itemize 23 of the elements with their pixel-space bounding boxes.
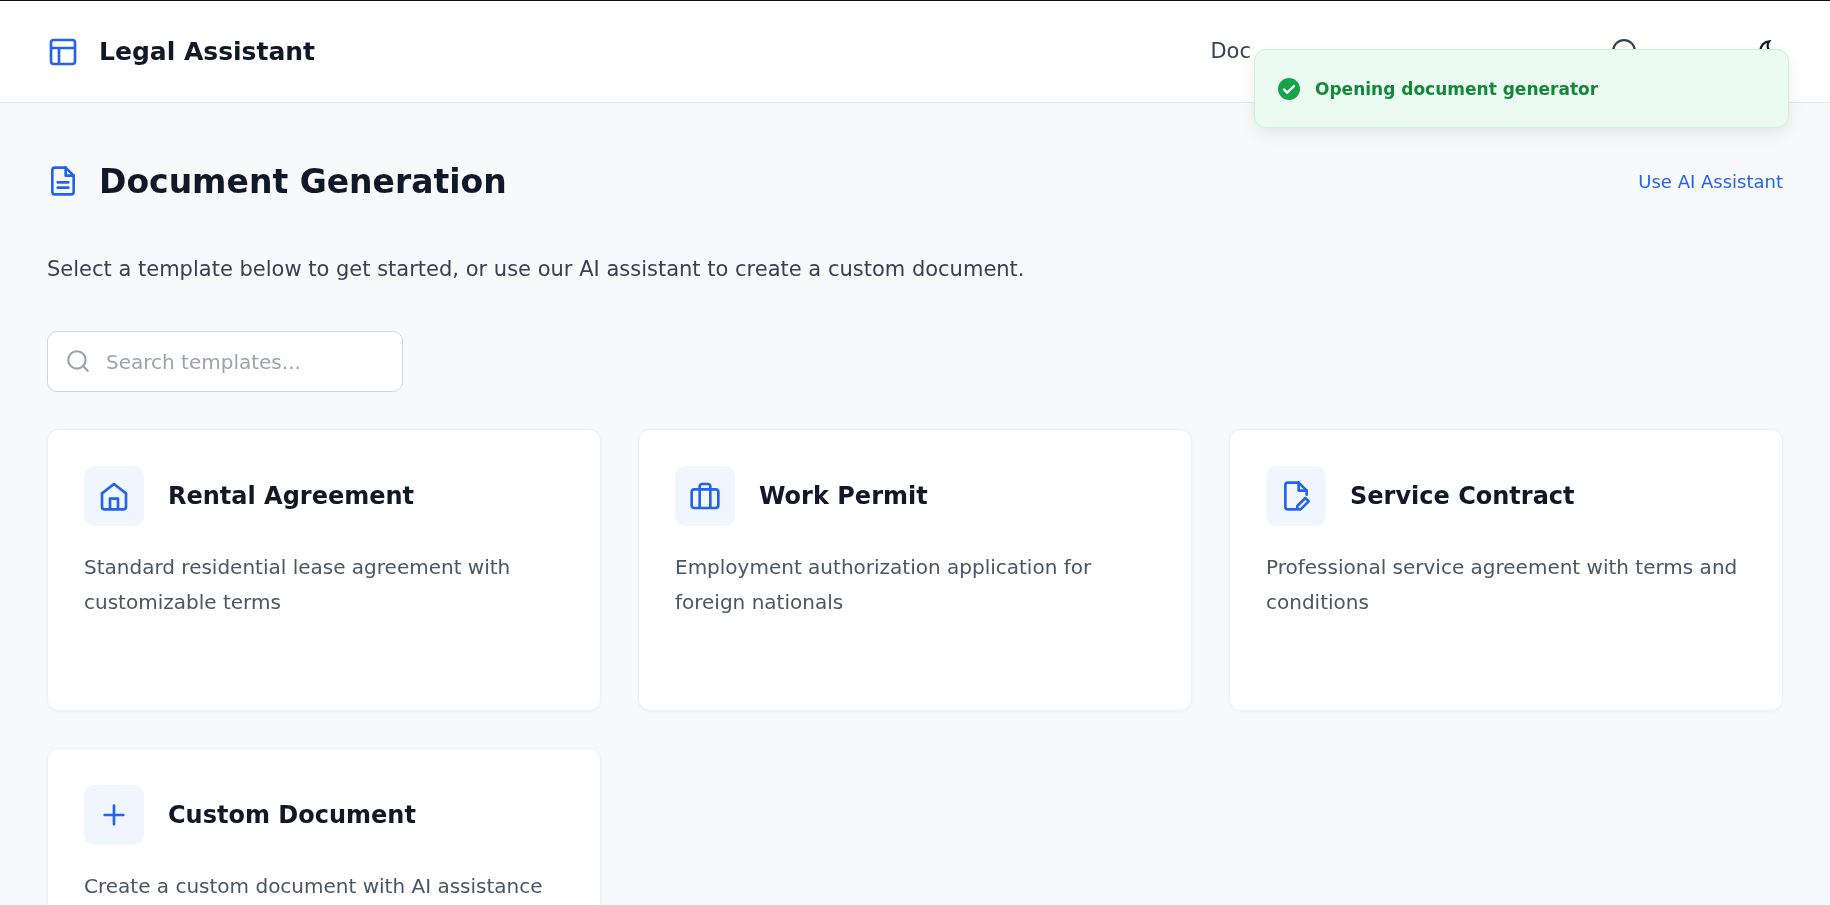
template-card[interactable]: Custom Document Create a custom document with AI assistance [47, 748, 601, 905]
template-card[interactable]: Service Contract Professional service agreement with terms and conditions [1229, 429, 1783, 711]
card-description: Standard residential lease agreement with customizable terms [84, 554, 512, 616]
card-description: Employment authorization application for foreign nationals [675, 554, 1093, 616]
template-card[interactable]: Rental Agreement Standard residential lease agreement with customizable terms [47, 429, 601, 711]
card-title: Work Permit [759, 482, 928, 510]
search-icon [65, 348, 91, 374]
briefcase-icon [689, 480, 721, 512]
house-icon [98, 480, 130, 512]
check-circle-icon [1277, 76, 1301, 101]
nav-link[interactable]: Doc [1210, 38, 1251, 63]
card-description: Professional service agreement with terms and conditions [1266, 554, 1739, 616]
page-description: Select a template below to get started, or use our AI assistant to create a custom document. [47, 257, 1026, 281]
card-title: Rental Agreement [168, 482, 415, 510]
page-title: Document Generation [99, 161, 507, 201]
card-title: Custom Document [168, 801, 416, 829]
template-card[interactable]: Work Permit Employment authorization application for foreign nationals [638, 429, 1192, 711]
ai-assistant-link[interactable]: Use AI Assistant [1638, 170, 1783, 192]
card-description: Create a custom document with AI assistance [84, 873, 544, 900]
search-field[interactable]: Search templates... [47, 331, 403, 392]
card-title: Service Contract [1350, 482, 1575, 510]
app-title: Legal Assistant [99, 37, 316, 66]
toast-message: Opening document generator [1315, 78, 1599, 99]
